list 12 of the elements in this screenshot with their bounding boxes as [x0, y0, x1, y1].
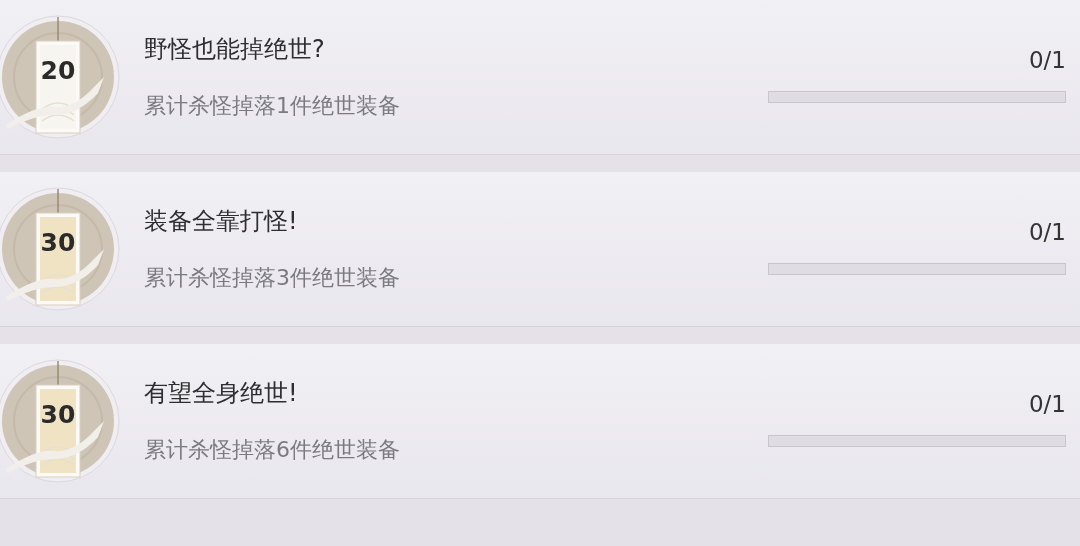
progress-count: 0/1: [1029, 391, 1066, 417]
reward-amount: 30: [40, 228, 76, 257]
achievement-description: 累计杀怪掉落1件绝世装备: [144, 92, 401, 120]
reward-amount: 30: [40, 400, 76, 429]
achievement-description: 累计杀怪掉落3件绝世装备: [144, 264, 401, 292]
achievement-description: 累计杀怪掉落6件绝世装备: [144, 436, 401, 464]
achievement-title: 装备全靠打怪!: [144, 206, 299, 237]
achievement-title: 野怪也能掉绝世?: [144, 34, 326, 65]
progress-count: 0/1: [1029, 47, 1066, 73]
reward-amount: 20: [40, 56, 76, 85]
progress-count: 0/1: [1029, 219, 1066, 245]
achievement-title: 有望全身绝世!: [144, 378, 299, 409]
